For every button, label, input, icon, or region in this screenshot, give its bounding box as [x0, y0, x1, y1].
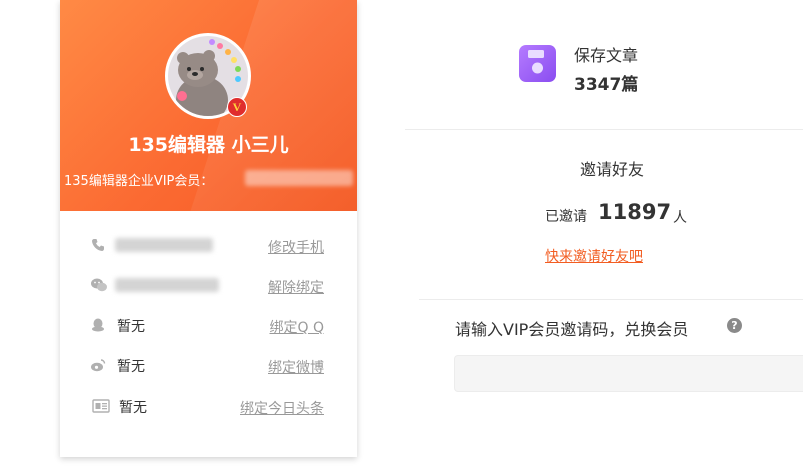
help-icon[interactable]: ? — [727, 318, 742, 333]
profile-card: V 135编辑器 小三儿 135编辑器企业VIP会员： 修改手机 解除绑定 暂无… — [60, 0, 357, 457]
phone-number-redacted — [115, 238, 213, 252]
toutiao-icon — [92, 398, 110, 414]
invite-unit: 人 — [673, 210, 687, 226]
qq-icon — [90, 317, 108, 333]
toutiao-status: 暂无 — [119, 400, 147, 416]
wechat-icon — [90, 277, 108, 293]
profile-header: V 135编辑器 小三儿 135编辑器企业VIP会员： — [60, 0, 357, 211]
binding-row-weibo: 暂无 绑定微博 — [90, 354, 324, 376]
phone-icon — [90, 237, 108, 253]
divider — [419, 299, 803, 300]
profile-nickname: 135编辑器 小三儿 — [128, 134, 289, 156]
change-phone-link[interactable]: 修改手机 — [268, 237, 324, 257]
vip-membership-label: 135编辑器企业VIP会员： — [64, 174, 214, 189]
invite-prefix: 已邀请 — [545, 209, 587, 225]
unbind-wechat-link[interactable]: 解除绑定 — [268, 277, 324, 297]
invite-count: 11897 — [598, 200, 672, 224]
wechat-account-redacted — [115, 278, 219, 292]
binding-row-phone: 修改手机 — [90, 234, 324, 256]
divider — [405, 129, 803, 130]
saved-articles-label: 保存文章 — [574, 46, 639, 65]
binding-row-toutiao: 暂无 绑定今日头条 — [90, 395, 324, 417]
binding-row-qq: 暂无 绑定Q Q — [90, 314, 324, 336]
binding-row-wechat: 解除绑定 — [90, 274, 324, 296]
vip-badge-icon: V — [227, 97, 247, 117]
saved-articles-count: 3347篇 — [574, 75, 639, 95]
bind-toutiao-link[interactable]: 绑定今日头条 — [240, 398, 324, 418]
vip-expiry-redacted — [245, 170, 353, 186]
vip-code-input[interactable] — [454, 355, 803, 392]
weibo-icon — [90, 357, 108, 373]
bind-qq-link[interactable]: 绑定Q Q — [270, 317, 325, 337]
redeem-code-label: 请输入VIP会员邀请码，兑换会员 — [455, 320, 689, 339]
save-icon — [519, 45, 556, 82]
invite-title: 邀请好友 — [580, 160, 645, 179]
qq-status: 暂无 — [117, 319, 145, 335]
invite-friends-link[interactable]: 快来邀请好友吧 — [545, 246, 643, 266]
weibo-status: 暂无 — [117, 359, 145, 375]
bind-weibo-link[interactable]: 绑定微博 — [268, 357, 324, 377]
